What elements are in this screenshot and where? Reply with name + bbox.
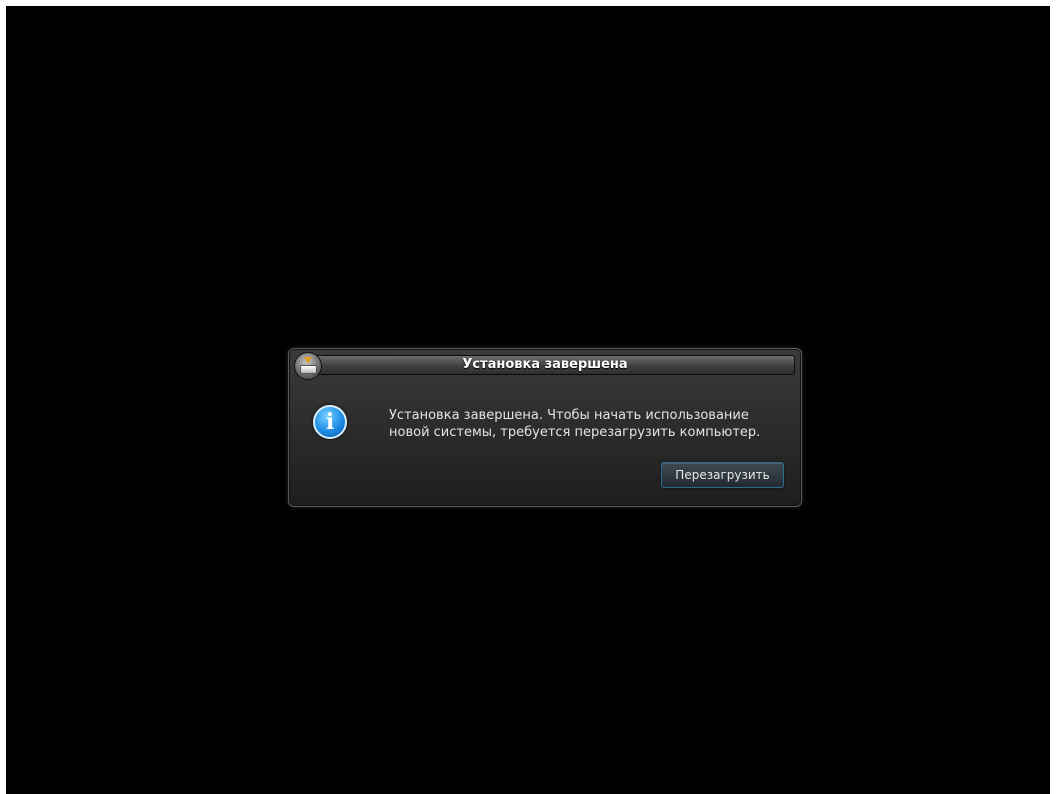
dialog-message: Установка завершена. Чтобы начать исполь…	[389, 407, 789, 441]
dialog-titlebar[interactable]: Установка завершена	[294, 352, 795, 380]
desktop-background: Установка завершена i Установка завершен…	[6, 6, 1050, 794]
install-complete-dialog: Установка завершена i Установка завершен…	[288, 348, 802, 507]
message-line-1: Установка завершена. Чтобы начать исполь…	[389, 408, 749, 423]
info-icon: i	[313, 405, 347, 439]
reboot-button[interactable]: Перезагрузить	[661, 462, 784, 488]
message-line-2: новой системы, требуется перезагрузить к…	[389, 425, 761, 440]
dialog-title: Установка завершена	[462, 357, 628, 372]
